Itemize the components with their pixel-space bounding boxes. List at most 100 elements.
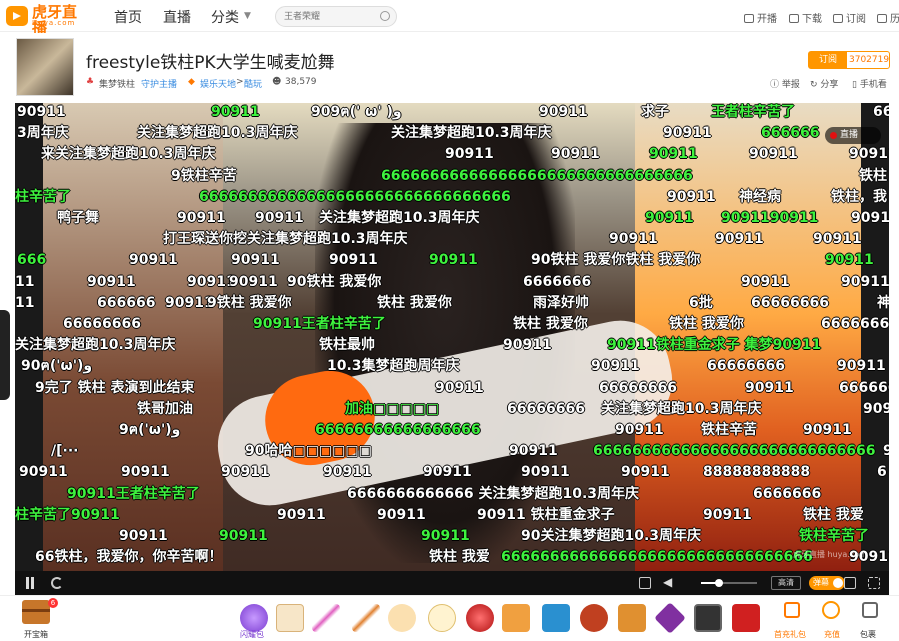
danmaku-comment: 90911	[423, 464, 472, 481]
danmaku-comment: 90911	[663, 125, 712, 142]
danmaku-comment: 90911	[87, 273, 136, 290]
quality-button[interactable]: 高清	[771, 576, 801, 590]
danmaku-comment: 6666666	[821, 316, 889, 332]
danmaku-comment: 10.3集梦超跑周年庆	[327, 358, 460, 375]
heart-icon	[833, 14, 843, 23]
treasure-badge: 6	[48, 598, 58, 608]
danmaku-comment: 关注集梦超跑10.3周年庆	[319, 210, 480, 226]
nav-download[interactable]: 下载	[789, 10, 822, 25]
nav-category[interactable]: 分类	[211, 7, 239, 27]
danmaku-comment: 6666666	[523, 273, 592, 290]
danmaku-comment: 6	[877, 464, 887, 481]
ship-gift-icon[interactable]	[502, 604, 530, 632]
danmaku-comment: 90911	[551, 146, 600, 163]
danmaku-comment: 90911	[255, 210, 304, 226]
search-box[interactable]	[275, 6, 397, 27]
danmaku-comment: 9铁柱辛苦	[171, 167, 237, 184]
chevron-down-icon[interactable]: ▼	[244, 11, 251, 21]
danmaku-comment: 90911	[129, 252, 178, 269]
huya-logo[interactable]: 虎牙直播 Huya.com	[6, 4, 86, 36]
gift-2-icon[interactable]	[276, 604, 304, 632]
danmaku-settings-icon[interactable]	[639, 577, 651, 589]
danmaku-comment: 柱辛苦了90911	[15, 506, 120, 523]
category-link[interactable]: 酷玩	[244, 77, 262, 90]
video-player[interactable]: 90911 90911 909ฅ(' ω' )و 90911 求子 王者柱辛苦了 66 3周年…	[15, 103, 889, 571]
volume-slider[interactable]	[701, 579, 757, 587]
danmaku-comment: 关注集梦超跑10.3周年庆	[15, 337, 176, 354]
danmaku-comment: 铁柱 我爱你	[377, 294, 452, 311]
fullscreen-icon[interactable]	[868, 577, 880, 589]
nav-start-live[interactable]: 开播	[744, 10, 777, 25]
danmaku-comment: 关注集梦超跑10.3周年庆	[601, 400, 762, 417]
volume-knob[interactable]	[715, 579, 723, 587]
share-button[interactable]: ↻ 分享	[810, 77, 838, 90]
box-gift-icon[interactable]	[654, 602, 686, 634]
microphone-gift-icon[interactable]	[352, 604, 380, 632]
danmaku-comment: 90911	[219, 528, 268, 544]
danmaku-comment: 90911	[323, 464, 372, 481]
danmaku-comment: 90911	[813, 231, 862, 248]
danmaku-comment: 666666	[97, 294, 156, 311]
danmaku-comment: 柱辛苦了	[15, 188, 71, 205]
camera-icon	[744, 14, 754, 23]
potion-gift-icon[interactable]	[466, 604, 494, 632]
danmaku-comment: 铁柱 我爱你	[513, 316, 588, 332]
danmaku-toggle[interactable]: 弹幕	[809, 576, 845, 590]
top-navbar: 虎牙直播 Huya.com 首页 直播 分类 ▼ 开播 下载 订阅 历史	[0, 0, 899, 36]
volume-icon[interactable]: ◀	[663, 575, 672, 589]
plane-gift-icon[interactable]	[580, 604, 608, 632]
chest-gift-icon[interactable]	[732, 604, 760, 632]
mobile-watch-button[interactable]: ▯ 手机看	[852, 77, 887, 90]
search-icon[interactable]	[380, 11, 390, 21]
monitor-gift-icon[interactable]	[694, 604, 722, 632]
live-badge: 直播	[825, 127, 881, 144]
report-button[interactable]: ⓘ 举报	[770, 77, 800, 90]
shine-pack-gift-icon[interactable]	[240, 604, 268, 632]
face-gift-icon[interactable]	[428, 604, 456, 632]
nav-subscribe[interactable]: 订阅	[833, 10, 866, 25]
danmaku-comment: 铁柱 我爱	[429, 549, 490, 566]
nav-home[interactable]: 首页	[114, 7, 142, 27]
search-input[interactable]	[284, 10, 374, 24]
danmaku-comment: 6批	[689, 294, 713, 311]
host-avatar[interactable]	[16, 38, 74, 96]
theater-mode-icon[interactable]	[844, 577, 856, 589]
recharge-icon[interactable]	[822, 601, 840, 619]
danmaku-comment: 90911	[119, 528, 168, 544]
treasure-chest-icon[interactable]	[22, 600, 50, 624]
danmaku-comment: 鸭子舞	[57, 210, 99, 226]
tiger-gift-icon[interactable]	[618, 604, 646, 632]
card-gift-icon[interactable]	[542, 604, 570, 632]
character-gift-icon[interactable]	[388, 604, 416, 632]
viewers-icon: ☻	[272, 77, 282, 87]
package-icon[interactable]	[862, 602, 878, 618]
danmaku-comment: 铁柱辛苦了	[799, 528, 869, 544]
danmaku-comment: 90911	[17, 104, 66, 120]
host-name[interactable]: 集梦铁柱	[99, 77, 135, 90]
danmaku-comment: 铁柱 我爱	[803, 506, 864, 523]
side-collapse-handle[interactable]	[0, 310, 10, 400]
nav-history[interactable]: 历史	[877, 10, 899, 25]
recharge-label[interactable]: 充值	[824, 629, 840, 640]
danmaku-comment: 90911	[749, 146, 798, 163]
category-path-link[interactable]: 娱乐天地	[200, 77, 236, 90]
first-charge-gift-icon[interactable]	[784, 602, 800, 618]
subscribe-button[interactable]: 订阅 3702719	[808, 51, 890, 69]
danmaku-comment: 90911	[609, 231, 658, 248]
danmaku-comment: 90911	[715, 231, 764, 248]
danmaku-comment: 打王琛送你挖关注集梦超跑10.3周年庆	[163, 231, 408, 248]
nav-live[interactable]: 直播	[163, 7, 191, 27]
refresh-icon[interactable]	[51, 577, 63, 589]
package-label[interactable]: 包裹	[860, 629, 876, 640]
pause-icon[interactable]	[25, 577, 35, 589]
danmaku-comment: 神经病	[739, 188, 781, 205]
first-charge-label[interactable]: 首充礼包	[774, 629, 806, 640]
lightstick-gift-icon[interactable]	[312, 604, 340, 632]
danmaku-comment: 90关注集梦超跑10.3周年庆	[521, 528, 702, 544]
guard-host-link[interactable]: 守护主播	[141, 77, 177, 90]
danmaku-comment: 铁柱最帅	[319, 337, 375, 354]
danmaku-comment: 9铁柱 我爱你	[207, 294, 292, 311]
danmaku-comment: 9ฅ('ω')و	[119, 422, 181, 438]
danmaku-comment: 6666666	[753, 485, 822, 502]
danmaku-comment: 90911	[329, 252, 378, 269]
